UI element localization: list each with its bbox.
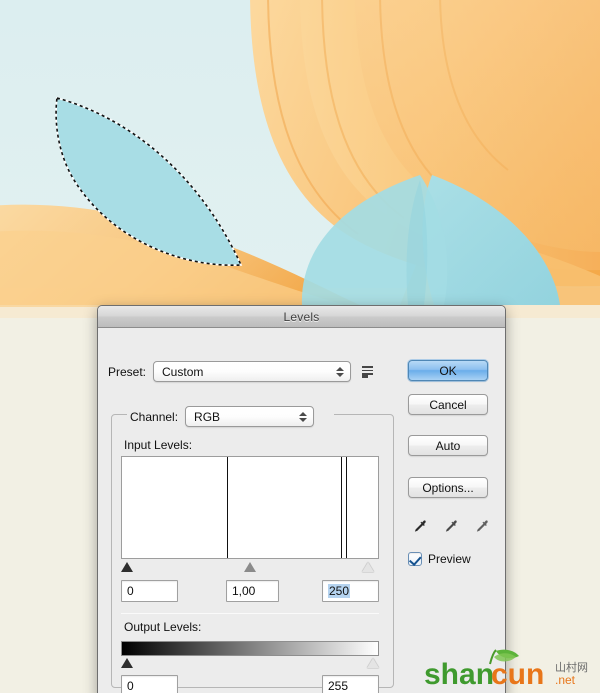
set-gray-point-eyedropper[interactable] bbox=[442, 518, 460, 536]
output-black-point-slider[interactable] bbox=[121, 658, 133, 668]
auto-button-label: Auto bbox=[435, 438, 461, 453]
output-white-point-field[interactable]: 255 bbox=[322, 675, 379, 693]
input-gamma-field[interactable]: 1,00 bbox=[226, 580, 279, 602]
output-levels-label: Output Levels: bbox=[124, 620, 202, 634]
preview-checkbox-row[interactable]: Preview bbox=[408, 552, 471, 566]
auto-button[interactable]: Auto bbox=[408, 435, 488, 456]
preset-row: Preset: Custom bbox=[108, 361, 377, 382]
cancel-button[interactable]: Cancel bbox=[408, 394, 488, 415]
dialog-titlebar[interactable]: Levels bbox=[98, 306, 505, 328]
levels-dialog: Levels Preset: Custom Channel: RGB Input… bbox=[97, 305, 506, 693]
output-black-point-value: 0 bbox=[127, 679, 134, 693]
channel-row: Channel: RGB bbox=[130, 406, 315, 427]
input-black-point-value: 0 bbox=[127, 584, 134, 598]
input-black-point-field[interactable]: 0 bbox=[121, 580, 178, 602]
input-levels-label: Input Levels: bbox=[124, 438, 193, 452]
options-button[interactable]: Options... bbox=[408, 477, 488, 498]
channel-value: RGB bbox=[194, 409, 221, 424]
eyedropper-group bbox=[411, 516, 491, 538]
chevron-updown-icon bbox=[298, 409, 307, 425]
histogram-chart[interactable] bbox=[121, 456, 379, 559]
set-black-point-eyedropper[interactable] bbox=[411, 518, 429, 536]
preview-checkbox[interactable] bbox=[408, 552, 422, 566]
input-white-point-value: 250 bbox=[328, 584, 351, 598]
ok-button-label: OK bbox=[439, 363, 457, 378]
output-levels-gradient[interactable] bbox=[121, 641, 379, 656]
output-white-point-value: 255 bbox=[328, 679, 349, 693]
screenshot-canvas: Levels Preset: Custom Channel: RGB Input… bbox=[0, 0, 600, 693]
section-divider bbox=[121, 613, 379, 614]
input-black-point-slider[interactable] bbox=[121, 562, 133, 572]
output-black-point-field[interactable]: 0 bbox=[121, 675, 178, 693]
histogram-spike bbox=[340, 457, 342, 558]
ok-button[interactable]: OK bbox=[408, 360, 488, 381]
preset-value: Custom bbox=[162, 364, 204, 379]
output-levels-slider-track[interactable] bbox=[121, 656, 379, 672]
input-gamma-value: 1,00 bbox=[232, 584, 256, 598]
output-white-point-slider[interactable] bbox=[367, 658, 379, 668]
cancel-button-label: Cancel bbox=[429, 397, 467, 412]
dialog-body: Preset: Custom Channel: RGB Input Levels… bbox=[98, 328, 505, 693]
histogram-spike bbox=[345, 457, 347, 558]
set-white-point-eyedropper[interactable] bbox=[473, 518, 491, 536]
input-levels-slider-track[interactable] bbox=[121, 560, 379, 576]
channel-select[interactable]: RGB bbox=[185, 406, 315, 427]
input-white-point-slider[interactable] bbox=[362, 562, 375, 572]
preview-label: Preview bbox=[428, 552, 471, 566]
chevron-updown-icon bbox=[335, 364, 344, 380]
preset-select[interactable]: Custom bbox=[153, 361, 352, 382]
preset-menu-icon[interactable] bbox=[362, 364, 377, 379]
input-gamma-slider[interactable] bbox=[244, 562, 256, 572]
histogram-spike bbox=[227, 457, 229, 558]
input-white-point-field[interactable]: 250 bbox=[322, 580, 379, 602]
options-button-label: Options... bbox=[422, 480, 474, 495]
channel-label: Channel: bbox=[130, 409, 179, 424]
preset-label: Preset: bbox=[108, 364, 147, 379]
dialog-title: Levels bbox=[283, 309, 320, 324]
